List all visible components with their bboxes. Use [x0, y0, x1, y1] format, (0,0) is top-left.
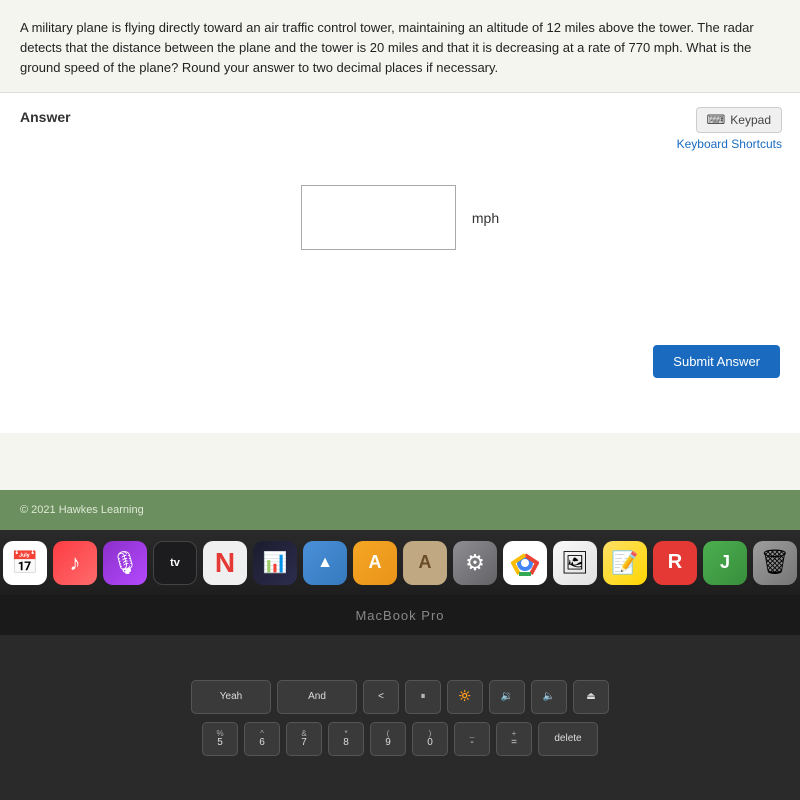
key-minus-bottom: - — [470, 738, 473, 748]
dock-icon-calendar[interactable]: 📅 — [3, 541, 47, 585]
keypad-button[interactable]: ⌨ Keypad — [696, 107, 782, 133]
dock-icon-roblox[interactable]: R — [653, 541, 697, 585]
key-8[interactable]: * 8 — [328, 722, 364, 756]
key-delete[interactable]: delete — [538, 722, 598, 756]
key-play-label: ⏸ — [421, 692, 426, 702]
keyboard-row-1: Yeah And < ⏸ 🔆 🔉 🔈 ⏏ — [191, 680, 609, 714]
key-6-bottom: 6 — [259, 738, 265, 748]
dock-icon-pages[interactable]: A — [353, 541, 397, 585]
unit-label: mph — [472, 210, 499, 226]
dock-icon-stickies[interactable]: 📝 — [603, 541, 647, 585]
key-0-bottom: 0 — [427, 738, 433, 748]
key-lt[interactable]: < — [363, 680, 399, 714]
dock-icon-keynote[interactable]: ▲ — [303, 541, 347, 585]
webpage: A military plane is flying directly towa… — [0, 0, 800, 530]
key-vol-mute-label: 🔈 — [543, 692, 555, 702]
dock-icon-java[interactable]: J — [703, 541, 747, 585]
key-6[interactable]: ^ 6 — [244, 722, 280, 756]
submit-button[interactable]: Submit Answer — [653, 345, 780, 378]
key-8-bottom: 8 — [343, 738, 349, 748]
dock-icon-podcasts[interactable]: 🎙 — [103, 541, 147, 585]
key-7-bottom: 7 — [301, 738, 307, 748]
macbook-label-area: MacBook Pro — [0, 595, 800, 635]
key-and[interactable]: And — [277, 680, 357, 714]
key-eject[interactable]: ⏏ — [573, 680, 609, 714]
macbook-label: MacBook Pro — [355, 608, 444, 623]
keypad-label: Keypad — [730, 113, 771, 127]
key-5[interactable]: % 5 — [202, 722, 238, 756]
key-and-label: And — [308, 692, 326, 702]
key-delete-label: delete — [554, 734, 581, 744]
dock-icon-news[interactable]: N — [203, 541, 247, 585]
webpage-footer: © 2021 Hawkes Learning — [0, 490, 800, 530]
key-9-bottom: 9 — [385, 738, 391, 748]
answer-input[interactable] — [301, 185, 456, 250]
key-equals-bottom: = — [511, 738, 517, 748]
dock-icon-trash[interactable]: 🗑 — [753, 541, 797, 585]
dock-icon-appletv[interactable]: tv — [153, 541, 197, 585]
dock-icon-music[interactable]: ♪ — [53, 541, 97, 585]
keypad-icon: ⌨ — [707, 112, 726, 128]
key-play[interactable]: ⏸ — [405, 680, 441, 714]
key-eject-label: ⏏ — [586, 692, 595, 702]
key-yeah-label: Yeah — [220, 692, 242, 702]
dock-icon-script[interactable]: A — [403, 541, 447, 585]
dock-icon-settings[interactable]: ⚙ — [453, 541, 497, 585]
dock-icon-chrome[interactable] — [503, 541, 547, 585]
key-0[interactable]: ) 0 — [412, 722, 448, 756]
dock: 📅 ♪ 🎙 tv N 📊 ▲ A A ⚙ 🖼 📝 R J 🗑 — [0, 530, 800, 595]
key-brightness-label: 🔆 — [459, 692, 471, 702]
keyboard-shortcuts-link[interactable]: Keyboard Shortcuts — [677, 137, 782, 151]
footer-copyright: © 2021 Hawkes Learning — [20, 504, 144, 516]
problem-section: A military plane is flying directly towa… — [0, 0, 800, 93]
answer-label: Answer — [20, 109, 780, 125]
key-minus[interactable]: _ - — [454, 722, 490, 756]
keyboard: Yeah And < ⏸ 🔆 🔉 🔈 ⏏ % 5 ^ 6 — [0, 635, 800, 800]
key-lt-label: < — [378, 692, 384, 702]
key-vol-down-label: 🔉 — [501, 692, 513, 702]
key-9[interactable]: ( 9 — [370, 722, 406, 756]
answer-section: Answer ⌨ Keypad Keyboard Shortcuts mph S… — [0, 93, 800, 433]
key-7[interactable]: & 7 — [286, 722, 322, 756]
key-5-bottom: 5 — [217, 738, 223, 748]
submit-area: Submit Answer — [653, 345, 780, 378]
keyboard-row-2: % 5 ^ 6 & 7 * 8 ( 9 ) 0 _ - + = — [202, 722, 598, 756]
problem-text: A military plane is flying directly towa… — [20, 18, 780, 78]
key-vol-mute[interactable]: 🔈 — [531, 680, 567, 714]
input-area: mph — [20, 185, 780, 250]
key-yeah[interactable]: Yeah — [191, 680, 271, 714]
tools-area: ⌨ Keypad Keyboard Shortcuts — [677, 107, 782, 151]
key-equals[interactable]: + = — [496, 722, 532, 756]
dock-icon-stocks[interactable]: 📊 — [253, 541, 297, 585]
key-vol-down[interactable]: 🔉 — [489, 680, 525, 714]
dock-icon-photos[interactable]: 🖼 — [553, 541, 597, 585]
key-brightness[interactable]: 🔆 — [447, 680, 483, 714]
laptop-screen: A military plane is flying directly towa… — [0, 0, 800, 530]
